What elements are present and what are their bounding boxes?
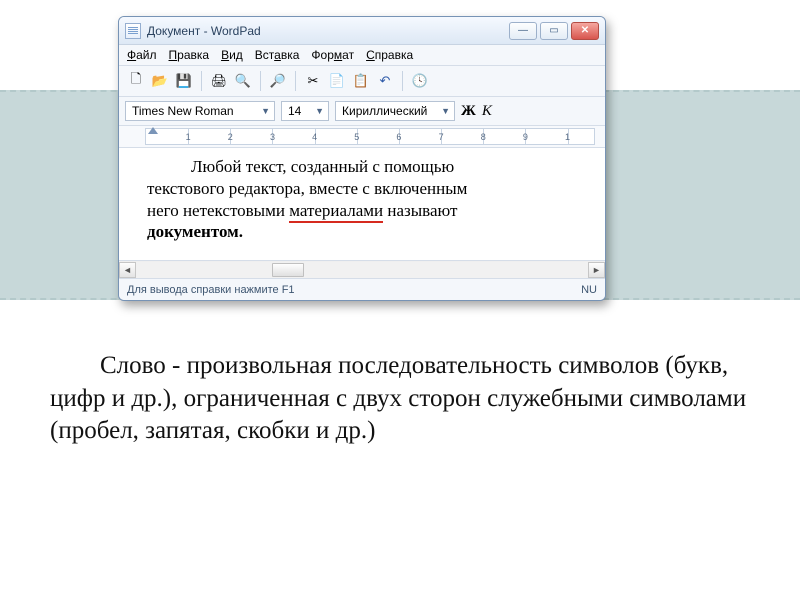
window-controls: — ▭ ✕ — [509, 22, 599, 40]
scroll-thumb[interactable] — [272, 263, 304, 277]
ruler-number: 6 — [396, 132, 401, 142]
titlebar[interactable]: Документ - WordPad — ▭ ✕ — [119, 17, 605, 45]
status-indicator: NU — [581, 284, 597, 296]
bold-button[interactable]: Ж — [461, 103, 476, 120]
doc-line2: текстового редактора, вместе с включенны… — [147, 179, 467, 198]
print-icon[interactable]: 🖨 — [208, 70, 230, 92]
chevron-down-icon: ▼ — [315, 106, 324, 116]
copy-icon[interactable]: 📄 — [326, 70, 348, 92]
doc-line1: Любой текст, созданный с помощью — [191, 157, 454, 176]
scroll-left-button[interactable]: ◄ — [119, 262, 136, 278]
ruler-number: 4 — [312, 132, 317, 142]
wordpad-window: Документ - WordPad — ▭ ✕ Файл Правка Вид… — [118, 16, 606, 301]
menu-view[interactable]: Вид — [221, 48, 243, 62]
ruler-number: 7 — [439, 132, 444, 142]
doc-line3a: него нетекстовыми — [147, 201, 289, 220]
maximize-button[interactable]: ▭ — [540, 22, 568, 40]
menu-format[interactable]: Формат — [311, 48, 354, 62]
font-name-combo[interactable]: Times New Roman ▼ — [125, 101, 275, 121]
datetime-icon[interactable]: 🕓 — [409, 70, 431, 92]
font-size-value: 14 — [288, 104, 301, 118]
ruler-number: 2 — [228, 132, 233, 142]
ruler-number: 1 — [186, 132, 191, 142]
caption-text: Слово - произвольная последовательность … — [50, 352, 746, 444]
charset-combo[interactable]: Кириллический ▼ — [335, 101, 455, 121]
menu-bar: Файл Правка Вид Вставка Формат Справка — [119, 45, 605, 66]
separator — [295, 71, 296, 91]
charset-value: Кириллический — [342, 104, 427, 118]
menu-help[interactable]: Справка — [366, 48, 413, 62]
separator — [402, 71, 403, 91]
menu-file[interactable]: Файл — [127, 48, 157, 62]
chevron-down-icon: ▼ — [261, 106, 270, 116]
open-icon[interactable]: 📂 — [149, 70, 171, 92]
chevron-down-icon: ▼ — [441, 106, 450, 116]
ruler[interactable]: 1 2 3 4 5 6 7 8 9 1 — [119, 126, 605, 148]
undo-icon[interactable]: ↶ — [374, 70, 396, 92]
format-toolbar: Times New Roman ▼ 14 ▼ Кириллический ▼ Ж… — [119, 97, 605, 126]
find-icon[interactable]: 🔎 — [267, 70, 289, 92]
ruler-scale: 1 2 3 4 5 6 7 8 9 1 — [145, 128, 595, 145]
close-button[interactable]: ✕ — [571, 22, 599, 40]
horizontal-scrollbar[interactable]: ◄ ► — [119, 260, 605, 278]
paste-icon[interactable]: 📋 — [350, 70, 372, 92]
scroll-right-button[interactable]: ► — [588, 262, 605, 278]
italic-button[interactable]: К — [482, 103, 492, 120]
doc-line3b: называют — [383, 201, 457, 220]
print-preview-icon[interactable]: 🔍 — [232, 70, 254, 92]
save-icon[interactable]: 💾 — [173, 70, 195, 92]
menu-insert[interactable]: Вставка — [255, 48, 300, 62]
scroll-track[interactable] — [136, 262, 588, 278]
doc-line4: документом. — [147, 222, 243, 241]
indent-marker-icon[interactable] — [148, 127, 158, 134]
status-bar: Для вывода справки нажмите F1 NU — [119, 278, 605, 300]
slide-caption: Слово - произвольная последовательность … — [50, 350, 750, 448]
window-title: Документ - WordPad — [147, 24, 261, 38]
standard-toolbar: 🗋 📂 💾 🖨 🔍 🔎 ✂ 📄 📋 ↶ 🕓 — [119, 66, 605, 97]
separator — [260, 71, 261, 91]
status-hint: Для вывода справки нажмите F1 — [127, 284, 295, 296]
doc-underlined-word: материалами — [289, 201, 383, 223]
minimize-button[interactable]: — — [509, 22, 537, 40]
menu-edit[interactable]: Правка — [169, 48, 210, 62]
document-icon — [125, 23, 141, 39]
ruler-number: 8 — [481, 132, 486, 142]
font-size-combo[interactable]: 14 ▼ — [281, 101, 329, 121]
cut-icon[interactable]: ✂ — [302, 70, 324, 92]
document-area[interactable]: Любой текст, созданный с помощью текстов… — [119, 148, 605, 260]
ruler-number: 5 — [354, 132, 359, 142]
ruler-number: 3 — [270, 132, 275, 142]
new-icon[interactable]: 🗋 — [125, 70, 147, 92]
ruler-number: 9 — [523, 132, 528, 142]
separator — [201, 71, 202, 91]
font-name-value: Times New Roman — [132, 104, 234, 118]
ruler-number: 1 — [565, 132, 570, 142]
